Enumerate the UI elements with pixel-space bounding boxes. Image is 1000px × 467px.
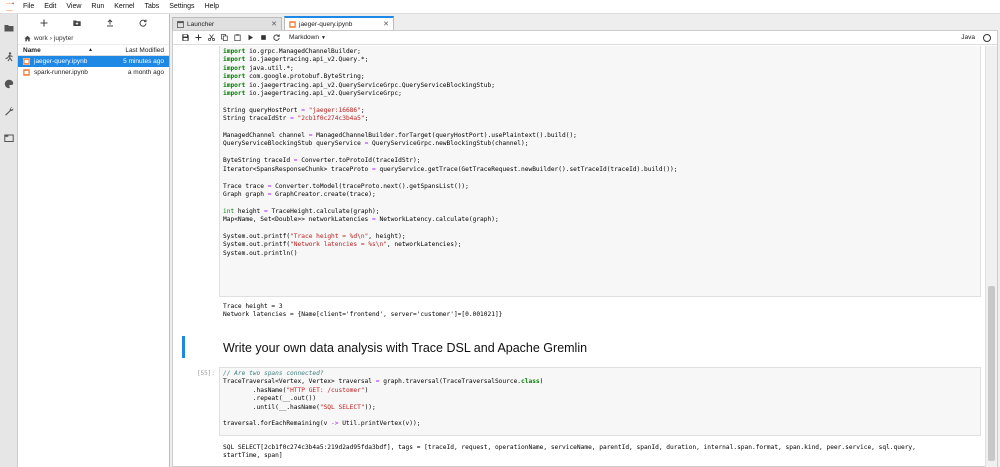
file-browser-toolbar — [18, 14, 169, 32]
notebook-icon — [23, 58, 30, 65]
notebook-scrollbar[interactable] — [985, 46, 997, 467]
output-line: SQL SELECT[2cb1f0c274c3b4a5:219d2ad95fda… — [223, 444, 916, 451]
notebook-panel: Markdown ▼ Java import io.grpc.ManagedCh… — [172, 30, 998, 467]
file-list-header: Name ▲ Last Modified — [18, 44, 169, 56]
folder-icon[interactable] — [3, 22, 15, 34]
cell-collapser[interactable] — [182, 336, 185, 358]
run-icon[interactable] — [244, 32, 257, 44]
tabs-icon[interactable] — [3, 132, 15, 144]
refresh-icon[interactable] — [138, 18, 148, 28]
launcher-icon — [177, 20, 184, 28]
palette-icon[interactable] — [3, 78, 15, 90]
home-icon[interactable] — [24, 35, 31, 42]
column-name-header[interactable]: Name ▲ — [23, 47, 93, 54]
cell-prompt: [55]: — [196, 370, 215, 377]
breadcrumb: work › jupyter — [18, 32, 169, 44]
menu-bar: File Edit View Run Kernel Tabs Settings … — [0, 0, 1000, 14]
tab-bar: Launcher ✕ jaeger-query.ipynb ✕ — [170, 14, 1000, 30]
breadcrumb-separator: › — [49, 34, 52, 42]
menu-run[interactable]: Run — [86, 0, 109, 14]
output-line: startTime, span] — [223, 452, 283, 460]
menu-kernel[interactable]: Kernel — [109, 0, 139, 14]
menu-help[interactable]: Help — [200, 0, 224, 14]
menu-settings[interactable]: Settings — [164, 0, 199, 14]
file-modified: a month ago — [127, 69, 164, 76]
restart-icon[interactable] — [270, 32, 283, 44]
chevron-down-icon: ▼ — [320, 34, 326, 41]
file-name: jaeger-query.ipynb — [34, 58, 88, 65]
menu-view[interactable]: View — [61, 0, 86, 14]
notebook-content[interactable]: import io.grpc.ManagedChannelBuilder; im… — [173, 46, 985, 467]
cell-type-value: Markdown — [289, 34, 319, 41]
cell-type-dropdown[interactable]: Markdown ▼ — [289, 34, 326, 41]
left-sidebar — [0, 14, 18, 467]
notebook-toolbar: Markdown ▼ Java — [173, 31, 997, 45]
notebook-icon — [23, 69, 30, 76]
close-icon[interactable]: ✕ — [383, 20, 389, 28]
tab-label: jaeger-query.ipynb — [299, 20, 353, 28]
file-name: spark-runner.ipynb — [34, 69, 88, 76]
markdown-cell[interactable]: Write your own data analysis with Trace … — [173, 334, 985, 360]
column-modified-header[interactable]: Last Modified — [125, 47, 164, 54]
scrollbar-thumb[interactable] — [988, 286, 995, 461]
menu-tabs[interactable]: Tabs — [139, 0, 164, 14]
kernel-name[interactable]: Java — [961, 31, 975, 45]
markdown-heading: Write your own data analysis with Trace … — [223, 341, 588, 355]
output-line: Trace height = 3 — [223, 303, 283, 310]
menu-edit[interactable]: Edit — [39, 0, 61, 14]
file-row[interactable]: spark-runner.ipynb a month ago — [18, 67, 169, 78]
close-icon[interactable]: ✕ — [271, 20, 277, 28]
add-cell-icon[interactable] — [192, 32, 205, 44]
kernel-status-icon — [983, 34, 991, 42]
jupyter-logo-icon — [0, 0, 18, 14]
stop-icon[interactable] — [257, 32, 270, 44]
main-area: Launcher ✕ jaeger-query.ipynb ✕ Markdown… — [170, 14, 1000, 467]
tab-jaeger-query[interactable]: jaeger-query.ipynb ✕ — [284, 16, 394, 30]
paste-icon[interactable] — [231, 32, 244, 44]
output-line: Network latencies = {Name[client='fronte… — [223, 311, 503, 319]
code-cell-input[interactable]: import io.grpc.ManagedChannelBuilder; im… — [219, 46, 981, 297]
code-cell-output: Trace height = 3 Network latencies = {Nam… — [223, 303, 502, 320]
running-icon[interactable] — [3, 51, 15, 63]
sort-caret-icon: ▲ — [88, 47, 93, 53]
tab-launcher[interactable]: Launcher ✕ — [172, 17, 282, 30]
code-cell-output: SQL SELECT[2cb1f0c274c3b4a5:219d2ad95fda… — [223, 444, 916, 461]
copy-icon[interactable] — [218, 32, 231, 44]
notebook-icon — [289, 20, 296, 28]
file-browser: work › jupyter Name ▲ Last Modified jaeg… — [18, 14, 170, 467]
new-folder-icon[interactable] — [72, 18, 82, 28]
upload-icon[interactable] — [105, 18, 115, 28]
file-modified: 5 minutes ago — [123, 58, 164, 65]
save-icon[interactable] — [179, 32, 192, 44]
breadcrumb-jupyter[interactable]: jupyter — [54, 35, 74, 42]
breadcrumb-work[interactable]: work — [34, 35, 48, 42]
menu-file[interactable]: File — [18, 0, 39, 14]
new-launcher-icon[interactable] — [39, 18, 49, 28]
file-row[interactable]: jaeger-query.ipynb 5 minutes ago — [18, 56, 169, 67]
wrench-icon[interactable] — [3, 105, 15, 117]
cut-icon[interactable] — [205, 32, 218, 44]
tab-label: Launcher — [187, 20, 215, 28]
code-cell-input[interactable]: // Are two spans connected? TraceTravers… — [219, 367, 981, 436]
